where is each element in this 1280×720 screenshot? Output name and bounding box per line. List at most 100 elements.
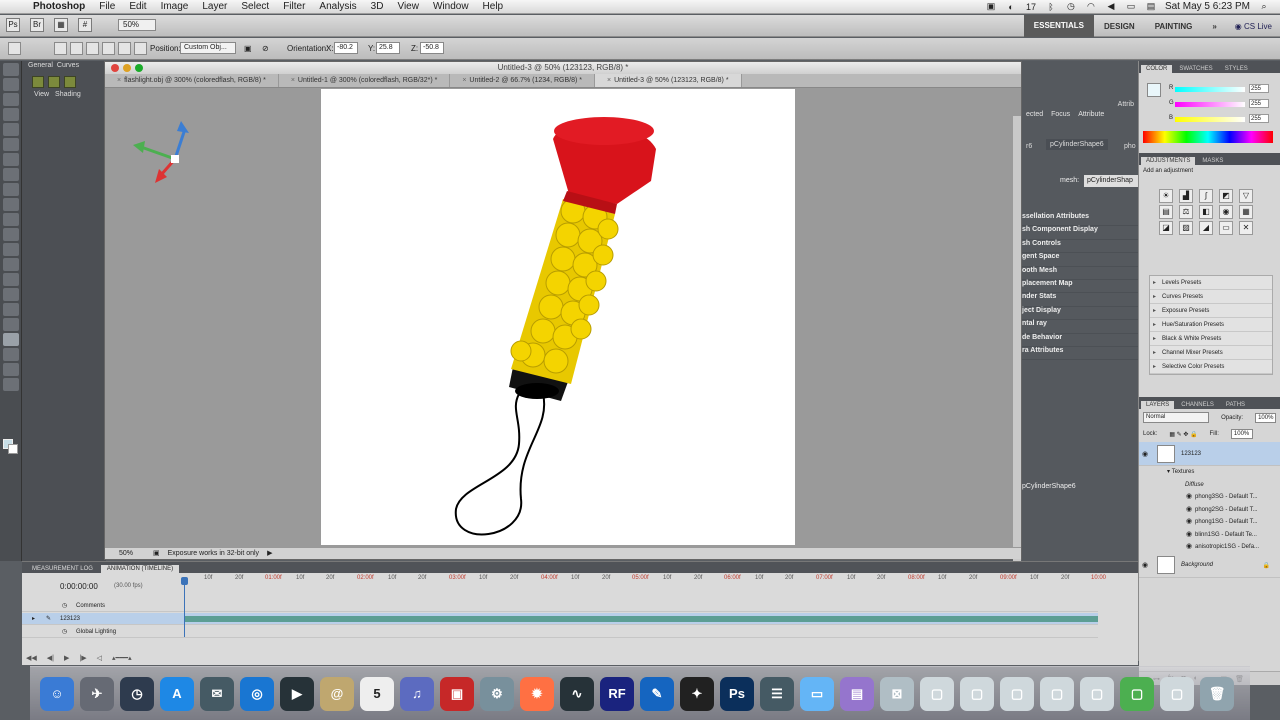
texture-row[interactable]: ◉ phong1SG - Default T... [1139, 516, 1280, 529]
status-zoom-field[interactable]: 50% [119, 548, 145, 559]
color-balance-icon[interactable]: ⚖ [1179, 205, 1193, 219]
attr-section[interactable]: de Behavior [1022, 334, 1138, 347]
channel-mixer-icon[interactable]: ▦ [1239, 205, 1253, 219]
save-position-icon[interactable]: ▣ [244, 44, 252, 53]
zoom-window-icon[interactable] [135, 64, 143, 72]
texture-row[interactable]: ◉ phong2SG - Default T... [1139, 504, 1280, 517]
tab-general[interactable]: General [28, 62, 53, 72]
tab-adjustments[interactable]: ADJUSTMENTS [1141, 157, 1196, 165]
dock-rf-app-icon[interactable]: RF [600, 676, 634, 711]
gizmo-x-axis[interactable] [140, 145, 176, 161]
black-white-icon[interactable]: ◧ [1199, 205, 1213, 219]
visibility-eye-icon[interactable]: ◉ [1183, 541, 1195, 554]
crop-tool-icon[interactable] [3, 123, 19, 136]
channel-b-slider[interactable] [1175, 117, 1245, 122]
dock-photobooth-icon[interactable]: ▣ [440, 676, 474, 711]
current-time-indicator[interactable] [181, 577, 188, 637]
layer-duration-bar[interactable] [185, 616, 1098, 622]
preset-black-white[interactable]: Black & White Presets [1150, 332, 1272, 346]
tab-shading[interactable]: Shading [55, 91, 81, 103]
vibrance-icon[interactable]: ▽ [1239, 189, 1253, 203]
channel-r-slider[interactable] [1175, 87, 1245, 92]
sync-icon[interactable]: ◐ [1005, 2, 1017, 12]
menu-window[interactable]: Window [426, 1, 476, 12]
background-color-swatch[interactable] [8, 444, 18, 454]
orientation-x-field[interactable]: -80.2 [334, 42, 358, 54]
dock-contacts-icon[interactable]: @ [320, 676, 354, 711]
tab-measurement-log[interactable]: MEASUREMENT LOG [26, 565, 99, 573]
brush-tool-icon[interactable] [3, 168, 19, 181]
cs-live-button[interactable]: ◉ CS Live [1227, 22, 1280, 31]
scale-3d-object-icon[interactable] [134, 42, 147, 55]
tab-selected[interactable]: ected [1026, 111, 1043, 118]
clone-stamp-tool-icon[interactable] [3, 183, 19, 196]
gizmo-center[interactable] [171, 155, 179, 163]
lock-pixels-icon[interactable]: ▦ ✎ ✥ 🔒 [1169, 431, 1197, 438]
view-extras-icon[interactable]: # [78, 18, 92, 32]
attr-section[interactable]: gent Space [1022, 253, 1138, 267]
zoom-slider-icon[interactable]: ▴━━━▴ [112, 654, 132, 662]
attr-section[interactable]: ject Display [1022, 307, 1138, 321]
attr-section[interactable]: ssellation Attributes [1022, 213, 1138, 227]
gradient-map-icon[interactable]: ▭ [1219, 221, 1233, 235]
layer-row-3d[interactable]: ◉ 123123 [1139, 442, 1280, 466]
dock-painter-app-icon[interactable]: ✎ [640, 676, 674, 711]
close-tab-icon[interactable]: × [462, 77, 466, 84]
close-tab-icon[interactable]: × [291, 77, 295, 84]
doc-tab-flashlight[interactable]: × flashlight.obj @ 300% (coloredflash, RG… [105, 74, 279, 87]
volume-icon[interactable]: ◀ [1105, 1, 1117, 12]
curves-icon[interactable]: ∫ [1199, 189, 1213, 203]
doc-tab-untitled-2[interactable]: × Untitled-2 @ 66.7% (1234, RGB/8) * [450, 74, 595, 87]
stopwatch-icon[interactable]: ◷ [62, 600, 67, 612]
healing-brush-tool-icon[interactable] [3, 153, 19, 166]
pen-tool-icon[interactable] [3, 273, 19, 286]
dock-window-5-icon[interactable]: ▢ [1080, 676, 1114, 711]
tab-attributes[interactable]: Attribute [1078, 111, 1104, 118]
gizmo-y-arrow[interactable] [177, 121, 189, 133]
exposure-icon[interactable]: ◩ [1219, 189, 1233, 203]
textures-row[interactable]: ▾ Textures [1139, 466, 1280, 479]
previous-frame-icon[interactable]: ◀| [47, 654, 54, 662]
tab-view[interactable]: View [34, 91, 49, 103]
expand-triangle-icon[interactable]: ▾ [1167, 466, 1170, 479]
dock-dashboard-icon[interactable]: ◷ [120, 676, 154, 711]
visibility-eye-icon[interactable]: ◉ [1139, 450, 1151, 458]
visibility-eye-icon[interactable]: ◉ [1139, 561, 1151, 569]
dock-app-store-icon[interactable]: A [160, 676, 194, 711]
rotate-3d-object-icon[interactable] [70, 42, 83, 55]
preset-levels[interactable]: Levels Presets [1150, 276, 1272, 290]
menu-help[interactable]: Help [476, 1, 511, 12]
roll-3d-object-icon[interactable] [86, 42, 99, 55]
blend-mode-select[interactable]: Normal [1143, 412, 1210, 423]
menu-image[interactable]: Image [154, 1, 196, 12]
shape-tool-icon[interactable] [3, 318, 19, 331]
dock-launchpad-icon[interactable]: ✈ [80, 676, 114, 711]
tool-preset-picker-icon[interactable] [8, 42, 21, 55]
menu-filter[interactable]: Filter [276, 1, 312, 12]
quick-selection-tool-icon[interactable] [3, 108, 19, 121]
menu-layer[interactable]: Layer [195, 1, 234, 12]
delete-position-icon[interactable]: ⊘ [262, 44, 269, 53]
opacity-field[interactable]: 100% [1255, 412, 1276, 423]
hand-tool-icon[interactable] [3, 363, 19, 376]
canvas-area[interactable] [105, 89, 1021, 572]
path-selection-tool-icon[interactable] [3, 303, 19, 316]
gizmo-y-axis[interactable] [173, 128, 187, 160]
wifi-icon[interactable]: ◠ [1085, 1, 1097, 12]
channel-b-value[interactable]: 255 [1249, 114, 1269, 123]
dock-window-7-icon[interactable]: ▢ [1160, 676, 1194, 711]
dock-folder-icon[interactable]: ▭ [800, 676, 834, 711]
visibility-eye-icon[interactable]: ◉ [1183, 516, 1195, 529]
workspace-essentials[interactable]: ESSENTIALS [1023, 15, 1095, 37]
menu-file[interactable]: File [92, 1, 122, 12]
3d-object-tool-icon[interactable] [3, 333, 19, 346]
camera-icon[interactable]: ▣ [985, 1, 997, 12]
workspace-more-icon[interactable]: » [1202, 22, 1226, 31]
mesh-name-field[interactable]: pCylinderShap [1084, 175, 1140, 187]
history-brush-tool-icon[interactable] [3, 198, 19, 211]
blur-tool-icon[interactable] [3, 243, 19, 256]
slide-3d-object-icon[interactable] [118, 42, 131, 55]
return-to-initial-position-icon[interactable] [54, 42, 67, 55]
attr-section[interactable]: ntal ray [1022, 320, 1138, 334]
3d-cube-icon[interactable] [48, 76, 60, 88]
